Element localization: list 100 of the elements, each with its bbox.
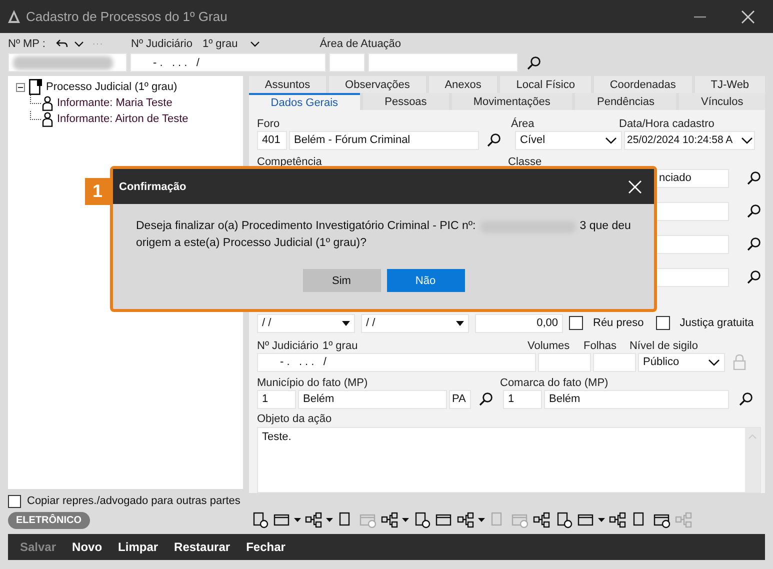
tab[interactable]: TJ-Web [694, 76, 765, 93]
tab[interactable]: Coordenadas [594, 76, 692, 93]
dialog-title: Confirmação [119, 180, 186, 192]
comarca-code-field[interactable]: 1 [503, 390, 542, 409]
field-label: Nº Judiciário [257, 340, 318, 352]
field-label: Nível de sigilo [629, 340, 698, 352]
checkbox-label: Réu preso [593, 317, 644, 330]
caret-down-icon [342, 320, 350, 326]
caret-down-icon [326, 518, 333, 522]
action-button[interactable]: Restaurar [166, 540, 238, 554]
date-select[interactable]: / / [361, 314, 469, 333]
folhas-field[interactable] [593, 352, 636, 372]
search-icon[interactable] [747, 237, 761, 252]
date-select[interactable]: 25/02/2024 10:24:58 A [624, 130, 755, 150]
close-icon[interactable] [741, 10, 755, 24]
action-button[interactable]: Limpar [110, 540, 166, 554]
search-icon[interactable] [479, 392, 493, 406]
sigilo-select[interactable]: Público [638, 352, 725, 372]
foro-name-field[interactable]: Belém - Fórum Criminal [289, 130, 479, 150]
tab[interactable]: Anexos [428, 76, 498, 93]
area-code-field[interactable] [329, 53, 365, 72]
toolbar-button[interactable] [457, 511, 485, 529]
checkbox[interactable] [8, 494, 21, 508]
field-label: 1º grau [322, 340, 359, 352]
search-icon[interactable] [747, 171, 761, 186]
search-icon[interactable] [747, 270, 761, 284]
tab[interactable]: Movimentações [452, 93, 572, 110]
area-select[interactable]: Cível [515, 130, 622, 150]
area-name-field[interactable] [368, 53, 518, 72]
search-icon[interactable] [747, 204, 761, 218]
step-badge: 1 [85, 178, 110, 205]
tree-connector-icon [30, 95, 42, 104]
dialog-message: origem a este(a) Processo Judicial (1º grau)? [136, 236, 366, 251]
caret-down-icon [294, 518, 301, 522]
area-label: Área de Atuação [320, 38, 402, 50]
search-icon[interactable] [527, 56, 541, 70]
tree-item[interactable]: Processo Judicial (1º grau) [46, 81, 178, 93]
field-label: Data/Hora cadastro [619, 118, 714, 130]
field-label: Área [511, 118, 536, 130]
undo-icon[interactable] [56, 39, 68, 49]
field-label: Volumes [527, 340, 571, 352]
field-label: Município do fato (MP) [257, 376, 369, 389]
value-field[interactable]: 0,00 [475, 314, 563, 333]
field-label: Classe [508, 156, 542, 168]
foro-code-field[interactable]: 401 [257, 130, 287, 150]
textarea-text: Teste. [261, 430, 292, 446]
mp-number-field[interactable] [8, 53, 127, 72]
tab[interactable]: Assuntos [249, 76, 326, 93]
toolbar-button[interactable] [305, 511, 333, 529]
checkbox-label: Copiar repres./advogado para outras partes [27, 495, 240, 507]
objeto-textarea[interactable]: Teste. [257, 427, 761, 493]
uf-field[interactable]: PA [449, 390, 471, 409]
municipio-code-field[interactable]: 1 [257, 390, 296, 409]
field-label: Folhas [583, 340, 618, 352]
municipio-name-field[interactable]: Belém [298, 390, 447, 409]
tab[interactable]: Pendências [575, 93, 676, 110]
window-title: Cadastro de Processos do 1º Grau [26, 9, 228, 24]
tab[interactable]: Dados Gerais [249, 93, 360, 110]
toolbar-button[interactable] [381, 511, 409, 529]
date-select[interactable]: / / [257, 314, 355, 333]
tab[interactable]: Local Físico [500, 76, 591, 93]
field-label: Competência [257, 156, 323, 168]
mp-label: Nº MP : [8, 38, 46, 50]
judiciario-field[interactable]: - . . . . / [130, 53, 326, 72]
volumes-field[interactable] [538, 352, 591, 372]
caret-down-icon [402, 518, 409, 522]
field-label: Comarca do fato (MP) [500, 376, 608, 389]
dialog-button[interactable]: Não [386, 269, 464, 292]
caret-down-icon [456, 320, 464, 326]
checkbox[interactable] [656, 316, 670, 330]
search-icon[interactable] [739, 392, 753, 406]
checkbox[interactable] [569, 316, 583, 330]
search-icon[interactable] [487, 133, 501, 148]
dialog-button[interactable]: Sim [302, 269, 380, 292]
judiciario-label: Nº Judiciário [131, 38, 192, 50]
field-label: Foro [257, 118, 281, 130]
tree-item[interactable]: Informante: Airton de Teste [57, 113, 188, 125]
doc-plus-icon [251, 511, 269, 529]
tree-item[interactable]: Informante: Maria Teste [57, 97, 172, 109]
chevron-down-icon[interactable] [74, 41, 84, 47]
scrollbar[interactable] [745, 428, 760, 492]
dialog-message: 3 que deu [580, 219, 631, 234]
tab[interactable]: Vínculos [679, 93, 766, 110]
chevron-down-icon[interactable] [250, 41, 260, 47]
comarca-name-field[interactable]: Belém [544, 390, 729, 409]
action-button[interactable]: Novo [64, 540, 110, 554]
tab[interactable]: Pessoas [362, 93, 449, 110]
tab[interactable]: Observações [329, 76, 426, 93]
checkbox-label: Justiça gratuita [680, 317, 754, 330]
judiciario-field[interactable]: - . . . . / [257, 352, 536, 372]
collapse-icon[interactable] [16, 82, 25, 92]
dialog-message: Deseja finalizar o(a) Procedimento Investigatório Criminal - PIC nº: [136, 219, 476, 234]
action-button[interactable]: Fechar [238, 540, 294, 554]
person-icon [42, 96, 53, 110]
chevron-down-icon [605, 136, 617, 144]
toolbar-button[interactable] [251, 511, 269, 529]
grau-label: 1º grau [202, 38, 238, 50]
tree-connector-icon [30, 111, 42, 120]
person-icon [42, 112, 53, 126]
caret-down-icon [598, 518, 605, 522]
